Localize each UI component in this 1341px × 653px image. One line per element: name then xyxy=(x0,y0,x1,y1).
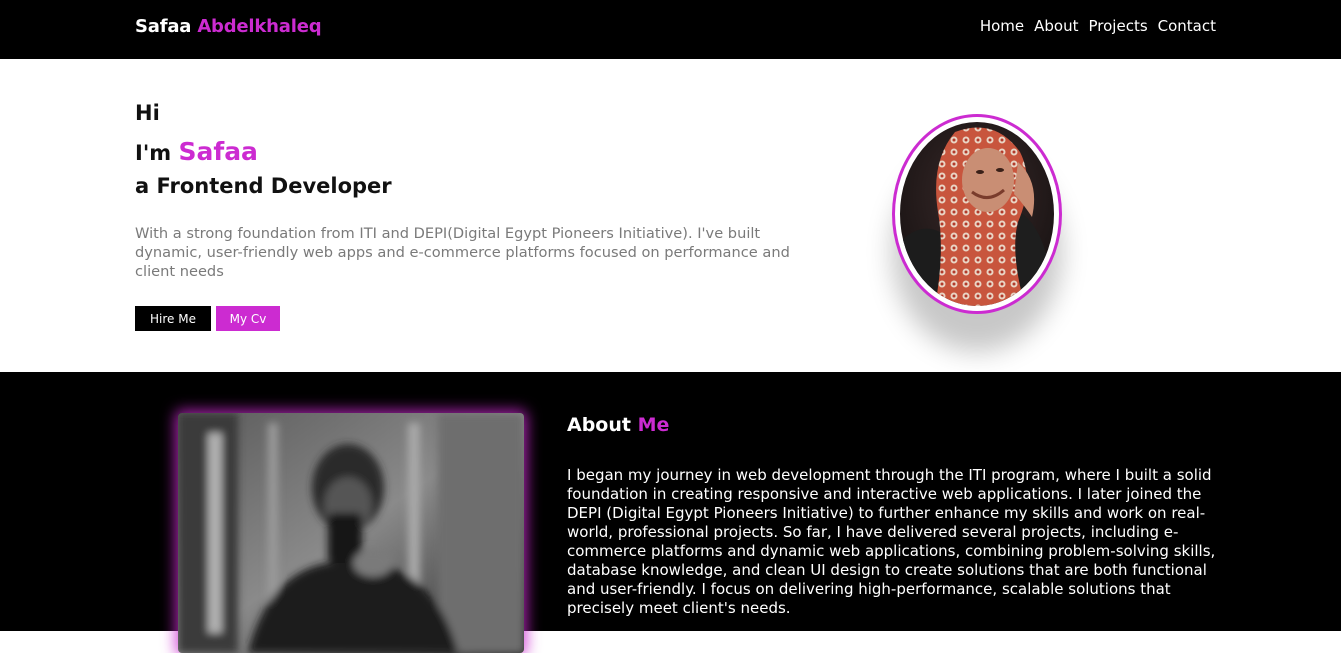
about-section: About Me I began my journey in web devel… xyxy=(0,372,1341,653)
about-description: I began my journey in web development th… xyxy=(567,466,1216,617)
my-cv-button[interactable]: My Cv xyxy=(216,306,280,331)
profile-avatar xyxy=(900,122,1054,306)
hero-description: With a strong foundation from ITI and DE… xyxy=(135,225,790,280)
nav-link-projects[interactable]: Projects xyxy=(1089,17,1148,35)
profile-avatar-frame xyxy=(892,114,1062,314)
about-title-prefix: About xyxy=(567,414,631,436)
about-title-accent: Me xyxy=(637,414,670,436)
hero-section: Hi I'm Safaa a Frontend Developer With a… xyxy=(0,59,1341,372)
hire-me-button[interactable]: Hire Me xyxy=(135,306,211,331)
about-title: About Me xyxy=(567,414,669,436)
hero-name: Safaa xyxy=(178,137,258,166)
hero-intro-prefix: I'm xyxy=(135,141,172,165)
nav-link-about[interactable]: About xyxy=(1034,17,1078,35)
avatar-photo-illustration xyxy=(900,122,1054,306)
hero-intro: I'm Safaa xyxy=(135,137,258,166)
nav-link-home[interactable]: Home xyxy=(980,17,1024,35)
about-photo-illustration xyxy=(178,413,524,653)
brand-logo[interactable]: Safaa Abdelkhaleq xyxy=(135,16,322,37)
about-photo xyxy=(178,413,524,653)
brand-last-name: Abdelkhaleq xyxy=(197,16,322,37)
nav-link-contact[interactable]: Contact xyxy=(1158,17,1216,35)
nav-links: Home About Projects Contact xyxy=(980,17,1216,35)
hero-greeting: Hi xyxy=(135,101,160,125)
hero-role: a Frontend Developer xyxy=(135,174,392,198)
navbar: Safaa Abdelkhaleq Home About Projects Co… xyxy=(0,0,1341,59)
brand-first-name: Safaa xyxy=(135,16,192,37)
